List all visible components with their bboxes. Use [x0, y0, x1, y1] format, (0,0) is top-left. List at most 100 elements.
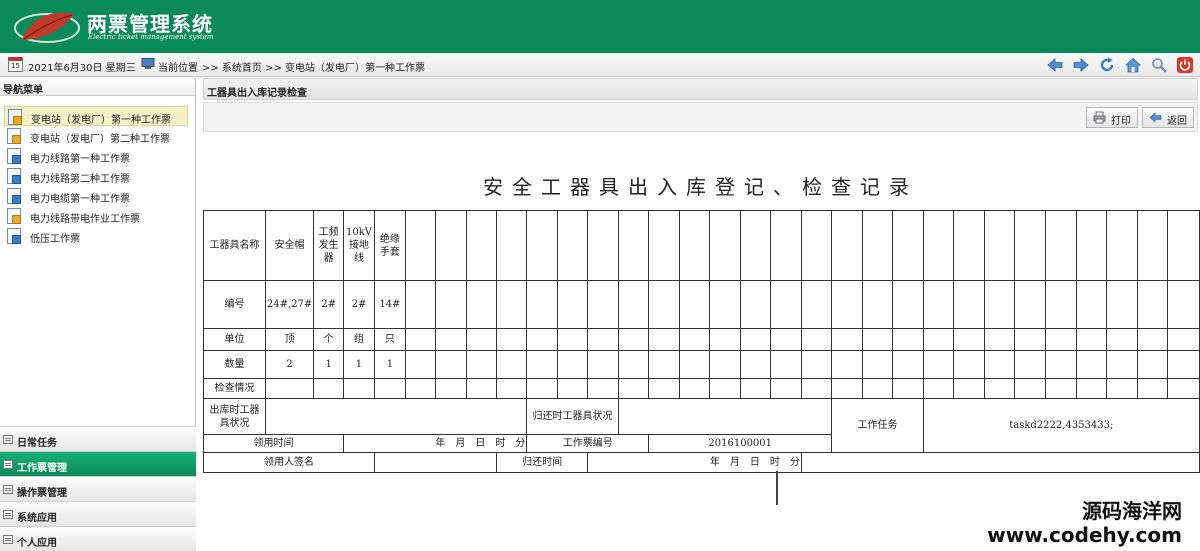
table-row: 单位 顶 个 组 只	[203, 328, 1200, 351]
return-sign-cell[interactable]	[800, 452, 1200, 473]
accordion-label: 日常任务	[17, 438, 57, 449]
search-icon[interactable]	[1150, 56, 1168, 74]
back-arrow-icon[interactable]	[1046, 56, 1064, 74]
accordion-system-apps[interactable]: 系统应用	[0, 501, 196, 526]
sidebar-accordion: 日常任务 工作票管理 操作票管理 系统应用 个人应用	[0, 426, 196, 551]
back-icon	[1149, 112, 1162, 123]
sidebar-item-cable-ticket-1[interactable]: 电力电缆第一种工作票	[4, 186, 188, 206]
table-cell[interactable]: 个	[313, 328, 345, 351]
row-label: 归还时间	[495, 452, 589, 473]
accordion-operation-ticket-management[interactable]: 操作票管理	[0, 476, 196, 501]
document-icon	[8, 109, 22, 125]
table-cell[interactable]: 安全帽	[264, 210, 315, 281]
table-row: 检查情况	[203, 378, 1200, 399]
current-date: 2021年6月30日 星期三	[28, 63, 136, 74]
documents-icon	[7, 228, 21, 244]
sidebar-item-label: 低压工作票	[30, 234, 80, 245]
row-label: 检查情况	[203, 378, 266, 399]
table-cell[interactable]: 2	[264, 350, 315, 379]
table-cell[interactable]: 24#,27#	[264, 280, 315, 329]
action-bar: 打印 返回	[203, 102, 1198, 132]
borrower-sign-cell[interactable]	[373, 452, 497, 473]
row-label: 归还时工器具状况	[526, 398, 619, 435]
table-cell[interactable]: 14#	[373, 280, 406, 329]
list-icon	[3, 535, 13, 544]
sidebar: 导航菜单 变电站（发电厂）第一种工作票 变电站（发电厂）第二种工作票 电力线路第…	[0, 78, 196, 551]
back-label: 返回	[1167, 116, 1187, 127]
app-header: 两票管理系统 Electric ticket management system	[0, 0, 1200, 53]
power-icon[interactable]	[1176, 56, 1194, 74]
table-cell[interactable]: 顶	[264, 328, 315, 351]
table-row: 工器具名称 安全帽 工频发生器 10kV接地线 绝缘手套	[203, 210, 1200, 281]
accordion-label: 系统应用	[17, 513, 57, 524]
sidebar-item-label: 电力电缆第一种工作票	[30, 194, 130, 205]
sidebar-nav-list: 变电站（发电厂）第一种工作票 变电站（发电厂）第二种工作票 电力线路第一种工作票…	[0, 106, 196, 246]
document-title: 安全工器具出入库登记、检查记录	[483, 175, 918, 199]
table-row: 出库时工器具状况 归还时工器具状况 工作任务 taskd2222,4353433…	[203, 398, 1200, 453]
return-time-value[interactable]: 年 月 日 时 分	[587, 452, 802, 473]
table-cell[interactable]: 1	[343, 350, 375, 379]
table-row: 编号 24#,27# 2# 2# 14#	[203, 280, 1200, 329]
accordion-label: 操作票管理	[17, 488, 67, 499]
sidebar-item-line-ticket-1[interactable]: 电力线路第一种工作票	[4, 146, 188, 166]
main-content: 工器具出入库记录检查 打印 返回 安全工器具出入库登记、检查记录 工器具名称 安…	[202, 78, 1200, 551]
row-label: 工器具名称	[203, 210, 266, 281]
forward-arrow-icon[interactable]	[1072, 56, 1090, 74]
borrow-time-value[interactable]: 年 月 日 时 分	[343, 434, 528, 453]
sidebar-item-low-voltage-ticket[interactable]: 低压工作票	[4, 226, 188, 246]
breadcrumb[interactable]: >> 系统首页 >> 变电站（发电厂）第一种工作票	[202, 59, 425, 74]
sidebar-item-substation-ticket-1[interactable]: 变电站（发电厂）第一种工作票	[4, 106, 188, 126]
table-cell[interactable]: 工频发生器	[313, 210, 345, 281]
table-cell[interactable]: 2#	[313, 280, 345, 329]
print-button[interactable]: 打印	[1086, 107, 1138, 128]
watermark: 源码海洋网 www.codehy.com	[987, 499, 1182, 547]
list-icon	[3, 510, 13, 519]
accordion-personal-apps[interactable]: 个人应用	[0, 526, 196, 551]
table-cell[interactable]: 2#	[343, 280, 375, 329]
sidebar-item-label: 变电站（发电厂）第一种工作票	[31, 115, 171, 126]
table-row: 领用人签名 归还时间 年 月 日 时 分	[203, 452, 1200, 473]
leaf-logo-icon	[14, 12, 80, 43]
text-cursor	[776, 471, 778, 505]
back-button[interactable]: 返回	[1142, 107, 1194, 128]
sidebar-item-label: 电力线路带电作业工作票	[30, 214, 140, 225]
sidebar-item-substation-ticket-2[interactable]: 变电站（发电厂）第二种工作票	[4, 126, 188, 146]
row-label: 领用时间	[202, 434, 345, 453]
document-icon	[7, 188, 21, 204]
table-cell[interactable]: 组	[343, 328, 375, 351]
document-icon	[7, 148, 21, 164]
table-cell[interactable]: 只	[373, 328, 406, 351]
row-label: 工作任务	[831, 398, 924, 453]
ticket-no-value[interactable]: 2016100001	[648, 434, 833, 453]
home-icon[interactable]	[1124, 56, 1142, 74]
print-label: 打印	[1111, 116, 1131, 127]
list-icon	[3, 485, 13, 494]
accordion-label: 工作票管理	[17, 463, 67, 474]
row-label: 数量	[203, 350, 266, 379]
row-label: 出库时工器具状况	[203, 398, 266, 435]
out-status-cell[interactable]	[264, 398, 528, 435]
table-cell[interactable]: 1	[373, 350, 406, 379]
sidebar-item-label: 电力线路第一种工作票	[30, 154, 130, 165]
document-icon	[7, 208, 21, 224]
table-row: 数量 2 1 1 1	[203, 350, 1200, 379]
row-label: 编号	[203, 280, 266, 329]
table-cell[interactable]: 10kV接地线	[343, 210, 375, 281]
accordion-daily-tasks[interactable]: 日常任务	[0, 426, 196, 451]
sidebar-item-live-work-ticket[interactable]: 电力线路带电作业工作票	[4, 206, 188, 226]
panel-title: 工器具出入库记录检查	[203, 78, 1198, 100]
watermark-line-1: 源码海洋网	[1082, 499, 1182, 523]
sidebar-item-line-ticket-2[interactable]: 电力线路第二种工作票	[4, 166, 188, 186]
table-cell[interactable]: 1	[313, 350, 345, 379]
row-label: 领用人签名	[203, 452, 375, 473]
accordion-work-ticket-management[interactable]: 工作票管理	[0, 451, 196, 476]
return-status-cell[interactable]	[617, 398, 833, 435]
list-icon	[3, 435, 13, 444]
sidebar-title: 导航菜单	[0, 78, 195, 96]
sidebar-item-label: 电力线路第二种工作票	[30, 174, 130, 185]
work-task-value[interactable]: taskd2222,4353433;	[922, 398, 1200, 453]
refresh-icon[interactable]	[1098, 56, 1116, 74]
table-cell[interactable]: 绝缘手套	[373, 210, 406, 281]
computer-icon	[141, 58, 155, 69]
app-subtitle: Electric ticket management system	[88, 33, 214, 41]
